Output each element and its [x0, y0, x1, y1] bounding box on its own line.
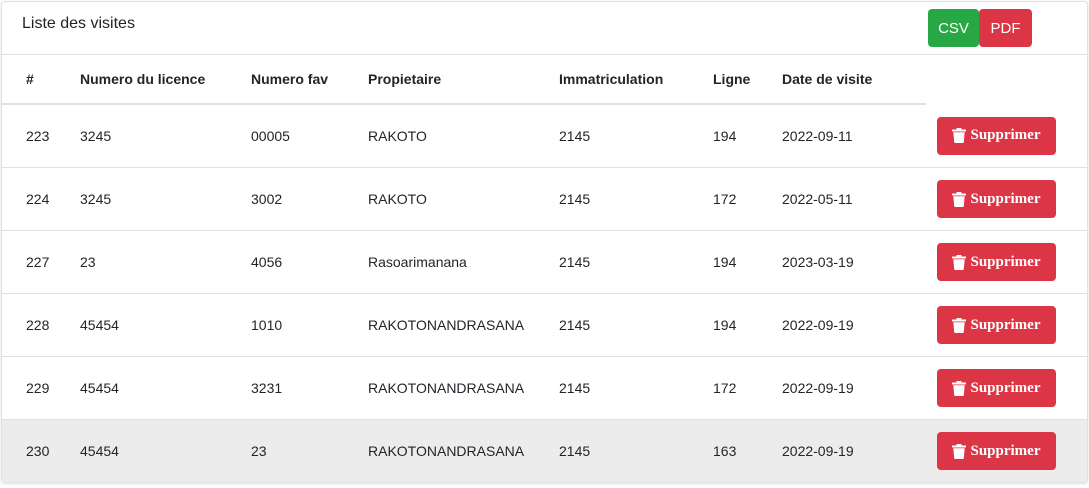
table-row: 230 45454 23 RAKOTONANDRASANA 2145 163 2022-09…: [2, 419, 1087, 482]
cell-actions: Supprimer: [926, 293, 1087, 357]
cell-plate: 2145: [559, 293, 713, 357]
trash-icon: [952, 317, 967, 333]
cell-id: 224: [2, 167, 80, 231]
delete-button-label: Supprimer: [970, 127, 1041, 143]
cell-fav: 3231: [251, 356, 368, 420]
delete-button-label: Supprimer: [970, 379, 1041, 396]
cell-actions: Supprimer: [926, 419, 1087, 482]
cell-line: 194: [713, 293, 782, 357]
cell-fav: 00005: [251, 104, 368, 168]
cell-licence: 3245: [80, 104, 251, 168]
table-row: 228 45454 1010 RAKOTONANDRASANA 2145 194 2022-…: [2, 293, 1087, 357]
col-header-owner: Propietaire: [368, 55, 559, 105]
visits-table: # Numero du licence Numero fav Propietaire I…: [2, 55, 1087, 482]
cell-date: 2022-09-11: [782, 104, 926, 168]
delete-button-label: Supprimer: [970, 190, 1041, 207]
cell-fav: 3002: [251, 167, 368, 231]
table-body: 223 3245 00005 RAKOTO 2145 194 2022-09-11 Suppr…: [2, 104, 1087, 482]
table-row: 229 45454 3231 RAKOTONANDRASANA 2145 172 2022-…: [2, 356, 1087, 420]
cell-owner: RAKOTO: [368, 104, 559, 168]
col-header-fav: Numero fav: [251, 55, 368, 105]
cell-owner: RAKOTONANDRASANA: [368, 356, 559, 420]
delete-button-label: Supprimer: [970, 442, 1041, 459]
table-row: 224 3245 3002 RAKOTO 2145 172 2022-05-11 Suppri…: [2, 167, 1087, 231]
trash-icon: [952, 128, 967, 143]
delete-button[interactable]: Supprimer: [937, 432, 1056, 470]
delete-button[interactable]: Supprimer: [937, 306, 1056, 344]
cell-plate: 2145: [559, 104, 713, 168]
visits-card: Liste des visites CSV PDF # Numero du lic…: [1, 1, 1088, 483]
trash-icon: [952, 254, 967, 270]
cell-id: 230: [2, 419, 80, 482]
cell-line: 163: [713, 419, 782, 482]
cell-licence: 23: [80, 230, 251, 294]
cell-plate: 2145: [559, 356, 713, 420]
cell-owner: Rasoarimanana: [368, 230, 559, 294]
table-row: 223 3245 00005 RAKOTO 2145 194 2022-09-11 Suppr…: [2, 104, 1087, 168]
trash-icon: [952, 443, 967, 459]
cell-owner: RAKOTONANDRASANA: [368, 419, 559, 482]
cell-plate: 2145: [559, 230, 713, 294]
cell-date: 2022-05-11: [782, 167, 926, 231]
cell-actions: Supprimer: [926, 356, 1087, 420]
cell-fav: 23: [251, 419, 368, 482]
cell-actions: Supprimer: [926, 167, 1087, 231]
cell-line: 194: [713, 230, 782, 294]
col-header-plate: Immatriculation: [559, 55, 713, 105]
col-header-id: #: [2, 55, 80, 105]
col-header-licence: Numero du licence: [80, 55, 251, 105]
cell-licence: 45454: [80, 419, 251, 482]
cell-line: 194: [713, 104, 782, 168]
cell-line: 172: [713, 356, 782, 420]
cell-line: 172: [713, 167, 782, 231]
cell-id: 223: [2, 104, 80, 168]
cell-fav: 1010: [251, 293, 368, 357]
cell-fav: 4056: [251, 230, 368, 294]
page-title: Liste des visites: [22, 15, 135, 32]
cell-licence: 3245: [80, 167, 251, 231]
delete-button[interactable]: Supprimer: [937, 243, 1056, 281]
cell-id: 229: [2, 356, 80, 420]
cell-licence: 45454: [80, 293, 251, 357]
col-header-date: Date de visite: [782, 55, 926, 105]
delete-button-label: Supprimer: [970, 316, 1041, 333]
cell-actions: Supprimer: [926, 104, 1087, 168]
delete-button[interactable]: Supprimer: [937, 180, 1056, 218]
cell-date: 2022-09-19: [782, 293, 926, 357]
cell-actions: Supprimer: [926, 230, 1087, 294]
cell-date: 2022-09-19: [782, 419, 926, 482]
cell-id: 227: [2, 230, 80, 294]
table-row: 227 23 4056 Rasoarimanana 2145 194 2023-03-19 S…: [2, 230, 1087, 294]
cell-plate: 2145: [559, 419, 713, 482]
card-header: Liste des visites CSV PDF: [2, 2, 1087, 55]
cell-licence: 45454: [80, 356, 251, 420]
cell-date: 2022-09-19: [782, 356, 926, 420]
table-header-row: # Numero du licence Numero fav Propietaire I…: [2, 55, 1087, 105]
cell-owner: RAKOTO: [368, 167, 559, 231]
trash-icon: [952, 380, 967, 396]
trash-icon: [952, 191, 967, 207]
cell-owner: RAKOTONANDRASANA: [368, 293, 559, 357]
col-header-line: Ligne: [713, 55, 782, 105]
delete-button[interactable]: Supprimer: [937, 369, 1056, 407]
col-header-actions: [926, 55, 1087, 104]
export-pdf-button[interactable]: PDF: [979, 9, 1032, 47]
export-csv-button[interactable]: CSV: [928, 9, 979, 47]
delete-button-label: Supprimer: [970, 253, 1041, 270]
delete-button[interactable]: Supprimer: [937, 116, 1056, 155]
cell-plate: 2145: [559, 167, 713, 231]
cell-date: 2023-03-19: [782, 230, 926, 294]
cell-id: 228: [2, 293, 80, 357]
